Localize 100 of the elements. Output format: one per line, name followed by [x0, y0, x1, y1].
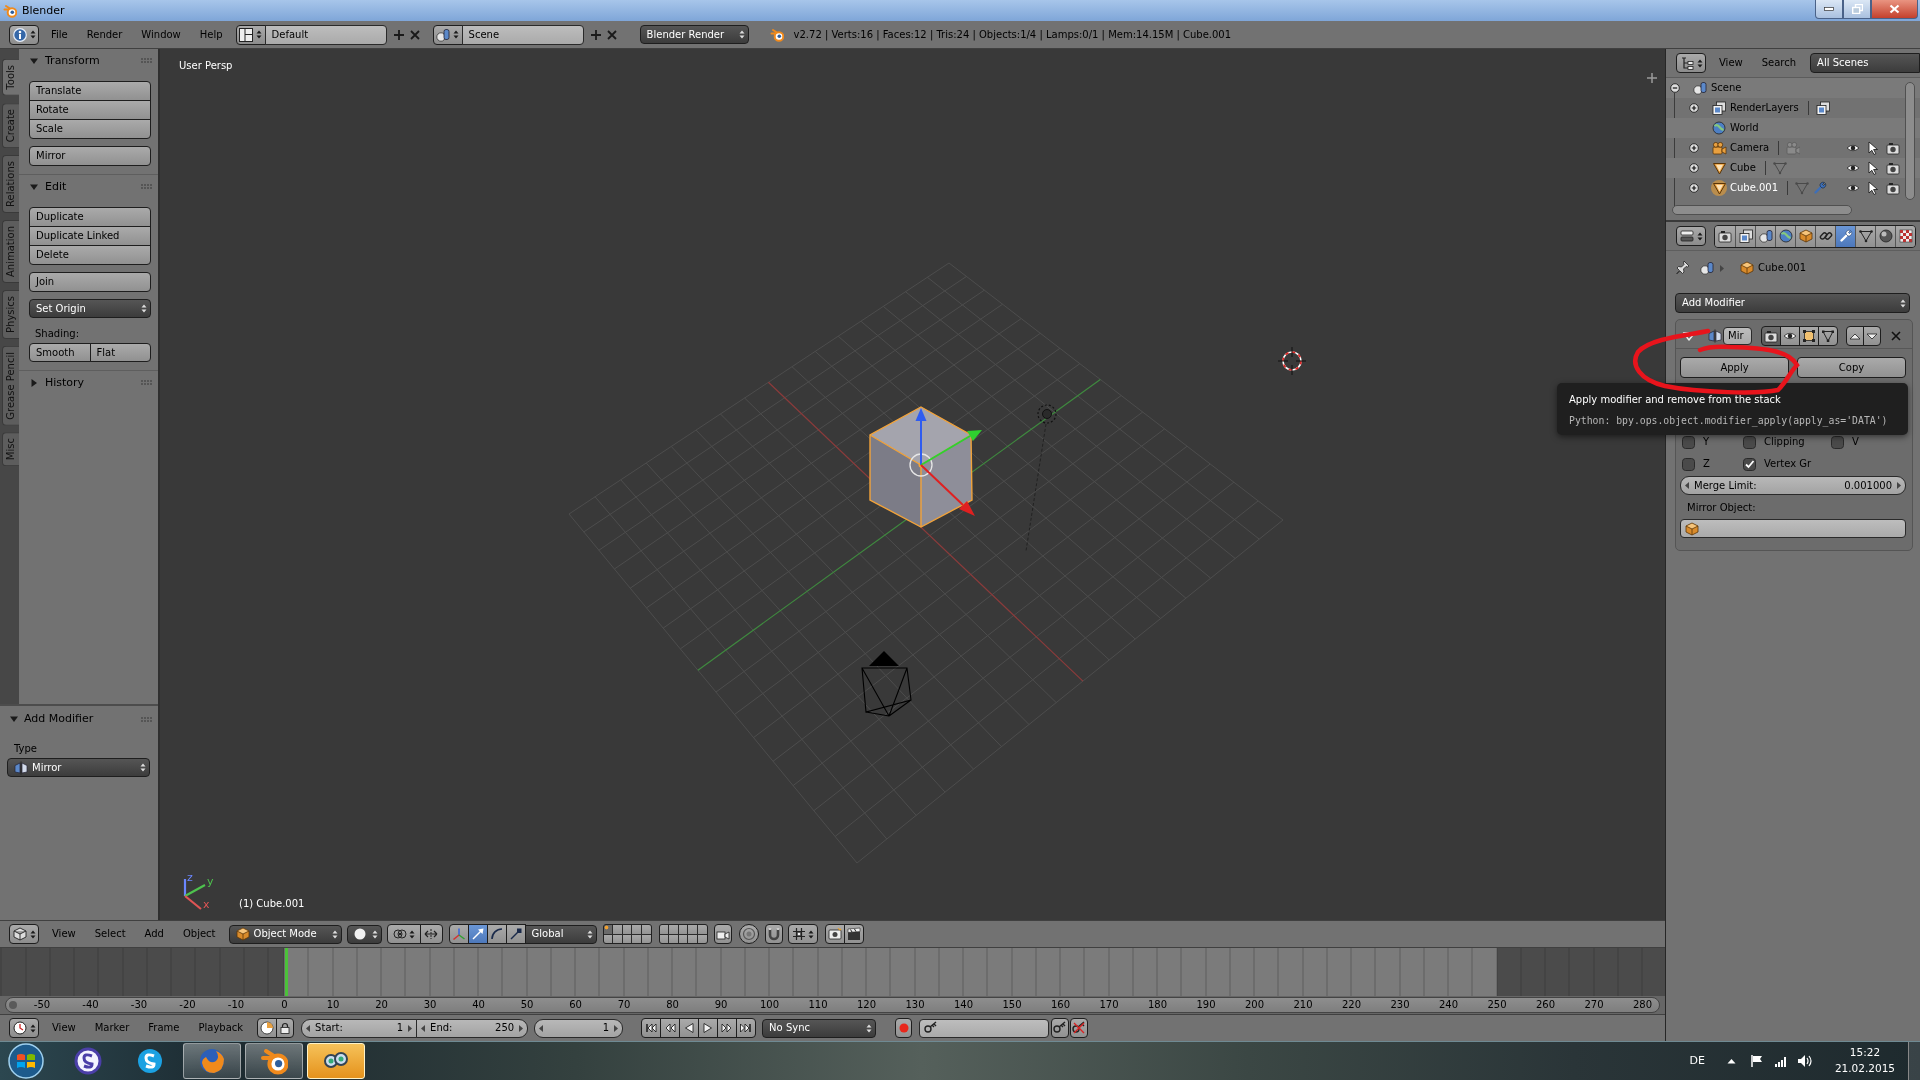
outliner-row[interactable]: Scene	[1666, 78, 1920, 98]
render-animation-button[interactable]	[843, 924, 864, 944]
properties-tab[interactable]	[1715, 225, 1735, 247]
apply-button[interactable]: Apply	[1680, 357, 1789, 378]
move-up-button[interactable]	[1846, 326, 1864, 346]
playback-button[interactable]	[679, 1018, 700, 1038]
outliner-row[interactable]: Cube	[1666, 158, 1920, 178]
ring-icon[interactable]	[74, 1047, 102, 1075]
menu-item[interactable]: Select	[94, 928, 126, 940]
menu-item[interactable]: Add	[144, 928, 164, 940]
playback-button[interactable]	[717, 1018, 738, 1038]
panel-header[interactable]: History	[19, 371, 158, 394]
render-image-button[interactable]	[824, 924, 845, 944]
checkbox-label[interactable]: Z	[1703, 458, 1710, 470]
menu-item[interactable]: Playback	[198, 1022, 244, 1034]
layout-selector-button[interactable]	[235, 24, 266, 45]
properties-tab[interactable]	[1895, 225, 1915, 247]
plus-circle-icon[interactable]	[1689, 183, 1699, 193]
menu-item[interactable]: Frame	[148, 1022, 180, 1034]
pivot-dropdown[interactable]	[386, 924, 421, 944]
minus-circle-icon[interactable]	[1670, 83, 1680, 93]
dropdown-menu[interactable]: Set Origin	[29, 299, 151, 318]
checkbox[interactable]	[1682, 435, 1695, 449]
camera-icon[interactable]	[1886, 181, 1900, 195]
auto-key-button[interactable]	[257, 1018, 278, 1038]
plus-icon[interactable]	[392, 28, 405, 41]
cube-object[interactable]	[869, 406, 973, 528]
outliner-row[interactable]: Cube.001	[1666, 178, 1920, 198]
editor-type-button[interactable]	[9, 1018, 39, 1038]
tool-button[interactable]: Scale	[29, 119, 151, 139]
manipulator-toggle[interactable]	[448, 924, 469, 944]
toggle-button[interactable]	[1780, 326, 1800, 346]
restore-button[interactable]	[1843, 0, 1871, 19]
toggle-button[interactable]	[1818, 326, 1838, 346]
checkbox-label[interactable]: V	[1852, 436, 1859, 448]
plus-icon[interactable]	[589, 28, 602, 41]
vertical-scrollbar[interactable]	[1905, 82, 1915, 200]
tool-button[interactable]: Duplicate	[29, 207, 151, 227]
proportional-edit-button[interactable]	[738, 924, 759, 944]
filter-dropdown[interactable]: All Scenes	[1810, 53, 1920, 73]
menu-item[interactable]: Help	[199, 28, 223, 41]
plus-circle-icon[interactable]	[1689, 103, 1699, 113]
properties-tab[interactable]	[1775, 225, 1795, 247]
expanded-triangle-icon[interactable]	[1682, 330, 1696, 342]
properties-tab[interactable]	[1735, 225, 1755, 247]
signal-bars-icon[interactable]	[1773, 1054, 1788, 1068]
mode-dropdown[interactable]: Object Mode	[228, 924, 342, 944]
layer-grid[interactable]	[602, 924, 652, 944]
properties-tab[interactable]	[1795, 225, 1815, 247]
remove-icon[interactable]	[408, 28, 421, 41]
checkbox-label[interactable]: Y	[1703, 436, 1710, 448]
horizontal-scrollbar[interactable]	[1672, 205, 1852, 215]
checkbox[interactable]	[1831, 435, 1844, 449]
record-button[interactable]	[895, 1018, 913, 1038]
speaker-icon[interactable]	[1796, 1054, 1813, 1068]
editor-type-button[interactable]	[9, 24, 39, 45]
arrow-cursor-icon[interactable]	[1866, 181, 1880, 195]
menu-item[interactable]: File	[51, 28, 68, 41]
menu-item[interactable]: View	[52, 928, 76, 940]
scene-selector-button[interactable]	[432, 24, 463, 45]
layer-grid[interactable]	[658, 924, 708, 944]
screen-layout-field[interactable]: Default	[264, 24, 387, 45]
tool-tab[interactable]: Create	[2, 102, 19, 148]
object-field[interactable]	[1680, 519, 1906, 538]
playback-button[interactable]	[736, 1018, 757, 1038]
copy-button[interactable]: Copy	[1797, 357, 1906, 378]
menu-item[interactable]: Render	[86, 28, 123, 41]
playback-button[interactable]	[641, 1018, 662, 1038]
merge-limit-field[interactable]: Merge Limit: 0.001000	[1680, 476, 1906, 495]
properties-tab[interactable]	[1835, 225, 1855, 247]
toggle-button[interactable]	[419, 924, 443, 944]
checkbox[interactable]	[1682, 457, 1695, 471]
orientation-dropdown[interactable]: Global	[524, 924, 597, 944]
editor-type-button[interactable]	[9, 924, 39, 944]
tool-tab[interactable]: Misc	[2, 432, 19, 467]
outliner-row[interactable]: World	[1666, 118, 1920, 138]
snap-element-dropdown[interactable]	[787, 924, 818, 944]
playback-button[interactable]	[660, 1018, 681, 1038]
panel-header[interactable]: Transform	[19, 49, 158, 72]
checkbox-label[interactable]: Vertex Gr	[1764, 458, 1812, 470]
menu-item[interactable]: View	[52, 1022, 76, 1034]
toggle-button[interactable]	[1761, 326, 1781, 346]
lock-button[interactable]	[276, 1018, 295, 1038]
properties-tab[interactable]	[1815, 225, 1835, 247]
tool-tab[interactable]: Animation	[2, 219, 19, 283]
up-arrow-icon[interactable]	[1726, 1058, 1736, 1064]
sync-dropdown[interactable]: No Sync	[762, 1018, 877, 1038]
tool-tab[interactable]: Relations	[2, 154, 19, 213]
menu-item[interactable]: Object	[182, 928, 216, 940]
camera-toggle-button[interactable]	[713, 924, 732, 944]
arrow-cursor-icon[interactable]	[1866, 161, 1880, 175]
tool-button[interactable]: Translate	[29, 81, 151, 101]
menu-item[interactable]: Window	[141, 28, 181, 41]
manipulator-button[interactable]	[505, 924, 526, 944]
tool-tab[interactable]: Grease Pencil	[2, 345, 19, 426]
input-language[interactable]: DE	[1689, 1054, 1705, 1068]
remove-icon[interactable]	[605, 28, 618, 41]
tool-button[interactable]: Rotate	[29, 100, 151, 120]
playback-button[interactable]	[698, 1018, 719, 1038]
tool-button[interactable]: Smooth	[29, 343, 91, 362]
